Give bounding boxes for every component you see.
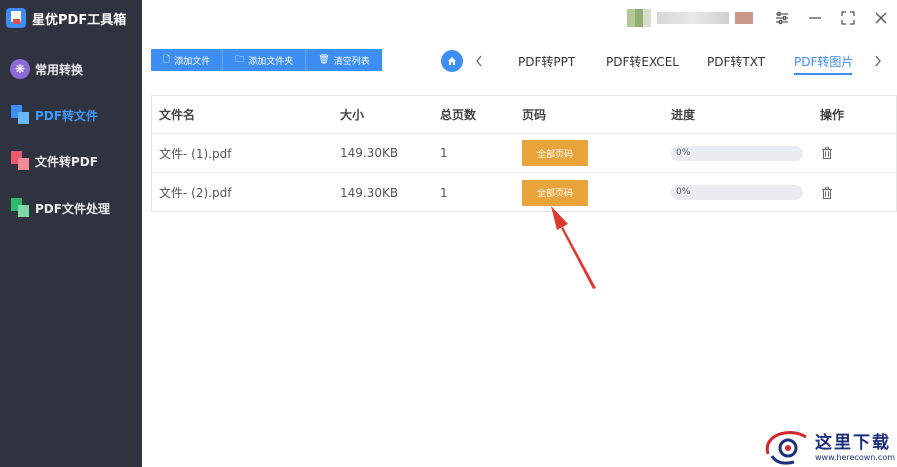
sidebar-item-label: PDF转文件 [35, 108, 98, 123]
header-size: 大小 [340, 108, 365, 122]
minimize-icon[interactable] [806, 9, 824, 27]
clear-list-label: 清空列表 [333, 56, 370, 67]
progress-text: 0% [676, 187, 691, 197]
add-folder-label: 添加文件夹 [248, 56, 294, 67]
sidebar: 星优PDF工具箱 常用转换 PDF转文件 文件转PDF PDF文件处理 [0, 0, 142, 467]
progress-text: 0% [676, 147, 691, 158]
watermark-text: 这里下载 [815, 433, 891, 453]
tab-pdf-to-excel[interactable]: PDF转EXCEL [606, 50, 679, 72]
common-icon [10, 59, 30, 79]
header-page-count: 总页数 [440, 108, 477, 122]
tabs-next-button[interactable] [871, 50, 885, 72]
add-file-label: 添加文件 [174, 56, 211, 67]
active-tab-indicator [794, 73, 852, 75]
file-table: 文件名 大小 总页数 页码 进度 操作 文件- (1).pdf 149.30KB… [151, 95, 897, 212]
file-name: 文件- (2).pdf [159, 186, 232, 200]
sidebar-item-label: 文件转PDF [35, 154, 98, 169]
user-account-area[interactable] [627, 9, 757, 27]
home-icon [448, 57, 456, 65]
tabs-prev-button[interactable] [472, 50, 486, 72]
progress-bar: 0% [671, 145, 803, 161]
table-row: 文件- (2).pdf 149.30KB 1 全部页码 0% [152, 173, 896, 212]
sidebar-item-file-to-pdf[interactable]: 文件转PDF [0, 148, 142, 174]
app-name: 星优PDF工具箱 [32, 12, 127, 28]
user-badge-blurred [735, 12, 753, 24]
file-size: 149.30KB [340, 146, 399, 160]
pdf-to-file-icon [10, 105, 30, 125]
file-size: 149.30KB [340, 185, 399, 200]
pdf-process-icon [10, 198, 30, 218]
close-icon[interactable] [872, 9, 890, 27]
sidebar-item-label: 常用转换 [35, 62, 84, 77]
delete-icon[interactable] [821, 147, 833, 159]
username-blurred [657, 12, 729, 24]
tab-pdf-to-ppt[interactable]: PDF转PPT [518, 50, 575, 72]
app-logo-icon [6, 8, 26, 28]
trash-icon: 🗑 [318, 55, 330, 65]
app-title-bar: 星优PDF工具箱 [6, 6, 126, 30]
table-row: 文件- (1).pdf 149.30KB 1 全部页码 0% [152, 134, 896, 173]
page-range-button[interactable]: 全部页码 [522, 140, 588, 166]
sidebar-item-label: PDF文件处理 [35, 201, 110, 216]
add-folder-button[interactable]: 🗀 添加文件夹 [223, 49, 307, 71]
delete-icon[interactable] [821, 186, 833, 199]
header-page-range: 页码 [522, 108, 547, 122]
add-file-button[interactable]: 🗋 添加文件 [151, 49, 224, 71]
sidebar-item-common[interactable]: 常用转换 [0, 56, 142, 82]
sidebar-item-pdf-to-file[interactable]: PDF转文件 [0, 102, 142, 128]
settings-icon[interactable] [773, 9, 791, 27]
table-header: 文件名 大小 总页数 页码 进度 操作 [152, 96, 896, 134]
watermark-url: www.herecown.com [815, 453, 895, 462]
page-count: 1 [440, 185, 448, 200]
toolbar: 🗋 添加文件 🗀 添加文件夹 🗑 清空列表 [151, 49, 382, 71]
chevron-left-icon [476, 55, 482, 67]
page-count: 1 [440, 146, 448, 160]
home-button[interactable] [441, 50, 463, 72]
file-to-pdf-icon [10, 151, 30, 171]
folder-icon: 🗀 [235, 55, 245, 65]
sidebar-item-pdf-process[interactable]: PDF文件处理 [0, 195, 142, 221]
maximize-icon[interactable] [839, 9, 857, 27]
file-icon: 🗋 [163, 55, 171, 65]
file-name: 文件- (1).pdf [159, 146, 232, 161]
clear-list-button[interactable]: 🗑 清空列表 [306, 49, 382, 71]
page-range-button[interactable]: 全部页码 [522, 179, 588, 206]
chevron-right-icon [875, 55, 881, 67]
progress-bar: 0% [671, 185, 803, 200]
watermark: 这里下载 www.herecown.com [760, 424, 897, 467]
watermark-logo-icon [765, 431, 807, 465]
header-file-name: 文件名 [159, 108, 196, 122]
header-action: 操作 [820, 108, 845, 122]
header-progress: 进度 [671, 108, 696, 122]
avatar [627, 9, 651, 27]
tab-pdf-to-image[interactable]: PDF转图片 [794, 50, 853, 72]
tab-pdf-to-txt[interactable]: PDF转TXT [707, 50, 765, 72]
